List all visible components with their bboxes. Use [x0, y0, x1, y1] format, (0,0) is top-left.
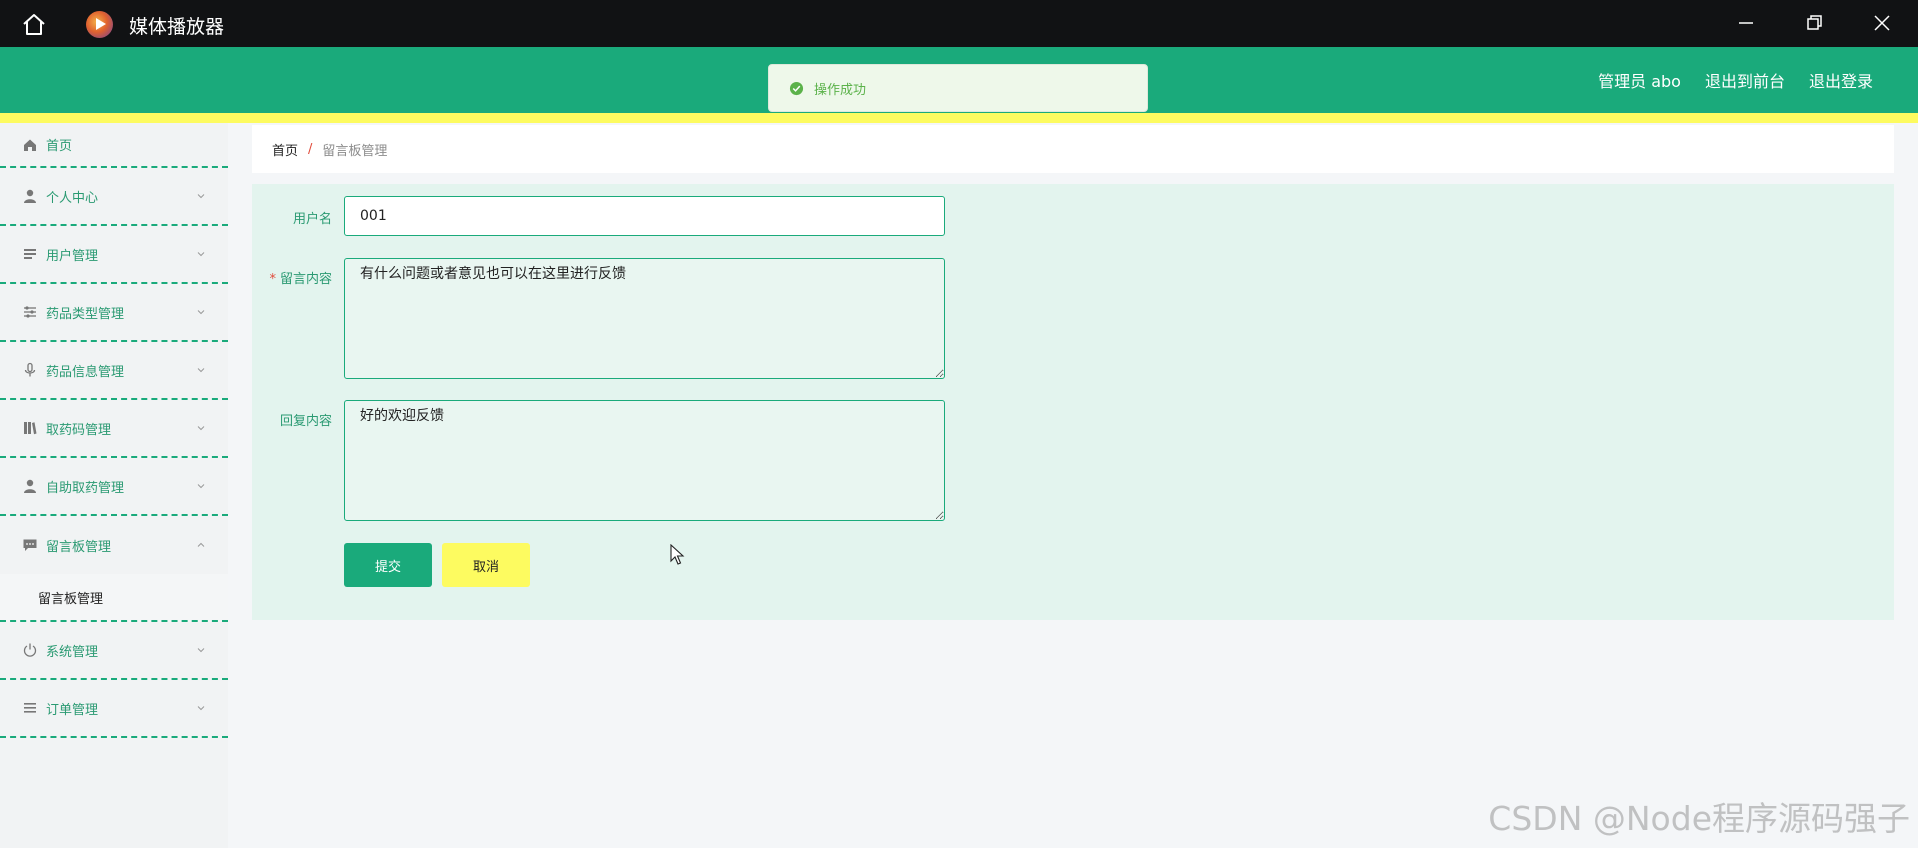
user-icon: [24, 189, 36, 203]
chevron-down-icon: [197, 426, 205, 431]
breadcrumb-current: 留言板管理: [322, 143, 388, 159]
message-label: 留言内容: [279, 272, 332, 287]
sliders-icon: [24, 306, 36, 318]
sidebar-item-label: 订单管理: [46, 702, 99, 718]
watermark: CSDN @Node程序源码强子: [1488, 799, 1910, 838]
home-icon: [24, 139, 36, 151]
restore-icon[interactable]: [1799, 8, 1829, 38]
reply-label: 回复内容: [279, 414, 332, 429]
media-player-logo: [86, 11, 113, 38]
sidebar-item-label: 自助取药管理: [46, 480, 125, 496]
chevron-up-icon: [197, 542, 205, 547]
submit-button[interactable]: 提交: [344, 543, 432, 587]
sidebar-item-pickup-code-management[interactable]: 取药码管理: [0, 400, 228, 458]
header-actions: 管理员 abo 退出到前台 退出登录: [1598, 68, 1873, 92]
chevron-down-icon: [197, 706, 205, 711]
list-icon: [24, 249, 36, 259]
sidebar-item-drug-type-management[interactable]: 药品类型管理: [0, 284, 228, 342]
admin-label[interactable]: 管理员 abo: [1598, 68, 1681, 92]
check-circle-icon: [789, 81, 804, 95]
username-field[interactable]: [344, 196, 945, 236]
sidebar-item-self-pickup-management[interactable]: 自助取药管理: [0, 458, 228, 516]
sidebar-item-label: 个人中心: [46, 190, 99, 206]
list-icon: [24, 703, 36, 713]
chevron-down-icon: [197, 310, 205, 315]
sidebar-item-order-management[interactable]: 订单管理: [0, 680, 228, 738]
chevron-down-icon: [197, 368, 205, 373]
sidebar: 首页 个人中心 用户管理 药品类型管理 药品信息管理 取药码管理 自助取药管理 …: [0, 123, 228, 848]
sidebar-item-message-board-management[interactable]: 留言板管理: [0, 516, 228, 574]
chevron-down-icon: [197, 252, 205, 257]
person-icon: [24, 479, 36, 493]
breadcrumb-home[interactable]: 首页: [272, 140, 298, 159]
sidebar-item-label: 用户管理: [46, 248, 99, 264]
microphone-icon: [24, 362, 36, 377]
message-content-field[interactable]: 有什么问题或者意见也可以在这里进行反馈: [344, 258, 945, 379]
close-icon[interactable]: [1867, 8, 1897, 38]
window-title: 媒体播放器: [129, 16, 225, 38]
sidebar-item-drug-info-management[interactable]: 药品信息管理: [0, 342, 228, 400]
power-icon: [23, 643, 37, 657]
exit-to-front-link[interactable]: 退出到前台: [1705, 68, 1785, 92]
sidebar-item-user-management[interactable]: 用户管理: [0, 226, 228, 284]
reply-content-field[interactable]: 好的欢迎反馈: [344, 400, 945, 521]
sidebar-subitem-message-board[interactable]: 留言板管理: [0, 574, 228, 622]
cancel-button[interactable]: 取消: [442, 543, 530, 587]
header-accent-strip: [0, 113, 1918, 123]
sidebar-item-home[interactable]: 首页: [0, 123, 228, 168]
sidebar-item-label: 药品信息管理: [46, 364, 125, 380]
chat-icon: [23, 539, 37, 551]
success-toast: 操作成功: [768, 64, 1148, 112]
chevron-down-icon: [197, 194, 205, 199]
library-icon: [24, 422, 37, 435]
sidebar-item-label: 药品类型管理: [46, 306, 125, 322]
username-label: 用户名: [292, 212, 332, 227]
minimize-icon[interactable]: [1731, 8, 1761, 38]
sidebar-item-label: 取药码管理: [46, 422, 112, 438]
message-label-wrap: * 留言内容: [242, 268, 332, 287]
required-asterisk: *: [269, 272, 276, 287]
sidebar-item-system-management[interactable]: 系统管理: [0, 622, 228, 680]
toast-message: 操作成功: [814, 82, 867, 98]
logout-link[interactable]: 退出登录: [1809, 68, 1873, 92]
chevron-down-icon: [197, 648, 205, 653]
sidebar-item-label: 留言板管理: [46, 539, 112, 555]
sidebar-item-label: 首页: [46, 139, 73, 154]
window-titlebar: 媒体播放器: [0, 0, 1918, 47]
chevron-down-icon: [197, 484, 205, 489]
breadcrumb: 首页 / 留言板管理: [252, 125, 1894, 173]
sidebar-item-label: 系统管理: [46, 644, 99, 660]
message-edit-form: 用户名 *留言内容 有什么问题或者意见也可以在这里进行反馈 回复内容 好的欢迎反…: [252, 184, 1894, 620]
breadcrumb-separator: /: [308, 141, 313, 157]
sidebar-item-personal-center[interactable]: 个人中心: [0, 168, 228, 226]
mouse-cursor-icon: [670, 544, 685, 565]
home-icon[interactable]: [18, 10, 50, 38]
